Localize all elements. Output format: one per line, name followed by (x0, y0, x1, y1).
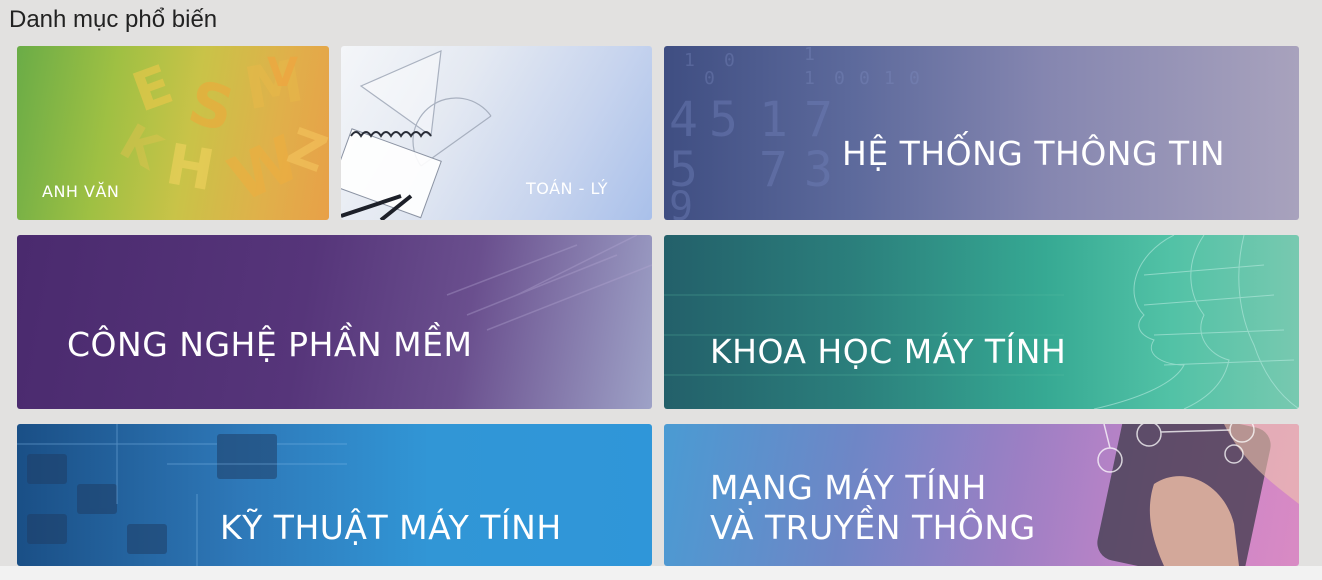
large-digit: 7 (759, 142, 788, 198)
category-tile-he-thong-thong-tin[interactable]: 1 0 1 0 1 0 0 1 0 4 5 1 7 5 7 3 9 HỆ THỐ… (664, 46, 1299, 220)
svg-text:K: K (111, 113, 173, 181)
category-tile-khoa-hoc-may-tinh[interactable]: KHOA HỌC MÁY TÍNH (664, 235, 1299, 409)
category-tile-mang-may-tinh[interactable]: MẠNG MÁY TÍNH VÀ TRUYỀN THÔNG (664, 424, 1299, 566)
digital-numbers-illustration: 1 0 1 0 1 0 0 1 0 4 5 1 7 5 7 3 9 (669, 46, 920, 220)
binary-digit: 1 (804, 46, 815, 65)
svg-text:V: V (267, 50, 298, 96)
svg-text:H: H (161, 132, 218, 204)
large-digit: 4 (669, 92, 698, 148)
svg-text:S: S (181, 67, 241, 146)
binary-digit: 0 (909, 68, 920, 89)
svg-text:W: W (218, 121, 311, 216)
binary-digit: 0 (724, 50, 735, 71)
category-label: TOÁN - LÝ (526, 179, 609, 198)
svg-text:Z: Z (280, 117, 329, 184)
large-digit: 1 (759, 92, 788, 148)
category-label-line-2: VÀ TRUYỀN THÔNG (710, 508, 1036, 547)
category-label-line-1: MẠNG MÁY TÍNH (710, 468, 987, 507)
large-digit: 5 (669, 142, 698, 198)
category-tile-ky-thuat-may-tinh[interactable]: KỸ THUẬT MÁY TÍNH (17, 424, 652, 566)
category-label: ANH VĂN (42, 182, 120, 201)
large-digit: 7 (804, 92, 833, 148)
category-tile-cong-nghe-phan-mem[interactable]: CÔNG NGHỆ PHẦN MỀM (17, 235, 652, 409)
binary-digit: 0 (859, 68, 870, 89)
binary-digit: 1 (884, 68, 895, 89)
large-digit: 5 (709, 92, 738, 148)
category-label: CÔNG NGHỆ PHẦN MỀM (67, 325, 473, 364)
light-streaks-illustration (446, 235, 652, 331)
section-title: Danh mục phổ biến (9, 6, 218, 33)
large-digit: 3 (804, 142, 833, 198)
category-label: KHOA HỌC MÁY TÍNH (710, 332, 1067, 371)
category-tile-anh-van[interactable]: E S M H W Z K V ANH VĂN (17, 46, 329, 220)
svg-text:E: E (125, 53, 181, 125)
binary-digit: 0 (834, 68, 845, 89)
category-label: HỆ THỐNG THÔNG TIN (842, 134, 1226, 173)
category-label: KỸ THUẬT MÁY TÍNH (220, 508, 562, 547)
large-digit: 9 (669, 184, 693, 220)
binary-digit: 1 (804, 68, 815, 89)
binary-digit: 0 (704, 68, 715, 89)
svg-text:M: M (240, 46, 309, 123)
category-tile-toan-ly[interactable]: TOÁN - LÝ (341, 46, 652, 220)
wireframe-head-illustration (664, 235, 1299, 409)
binary-digit: 1 (684, 50, 695, 71)
page-bottom-strip (0, 566, 1322, 580)
